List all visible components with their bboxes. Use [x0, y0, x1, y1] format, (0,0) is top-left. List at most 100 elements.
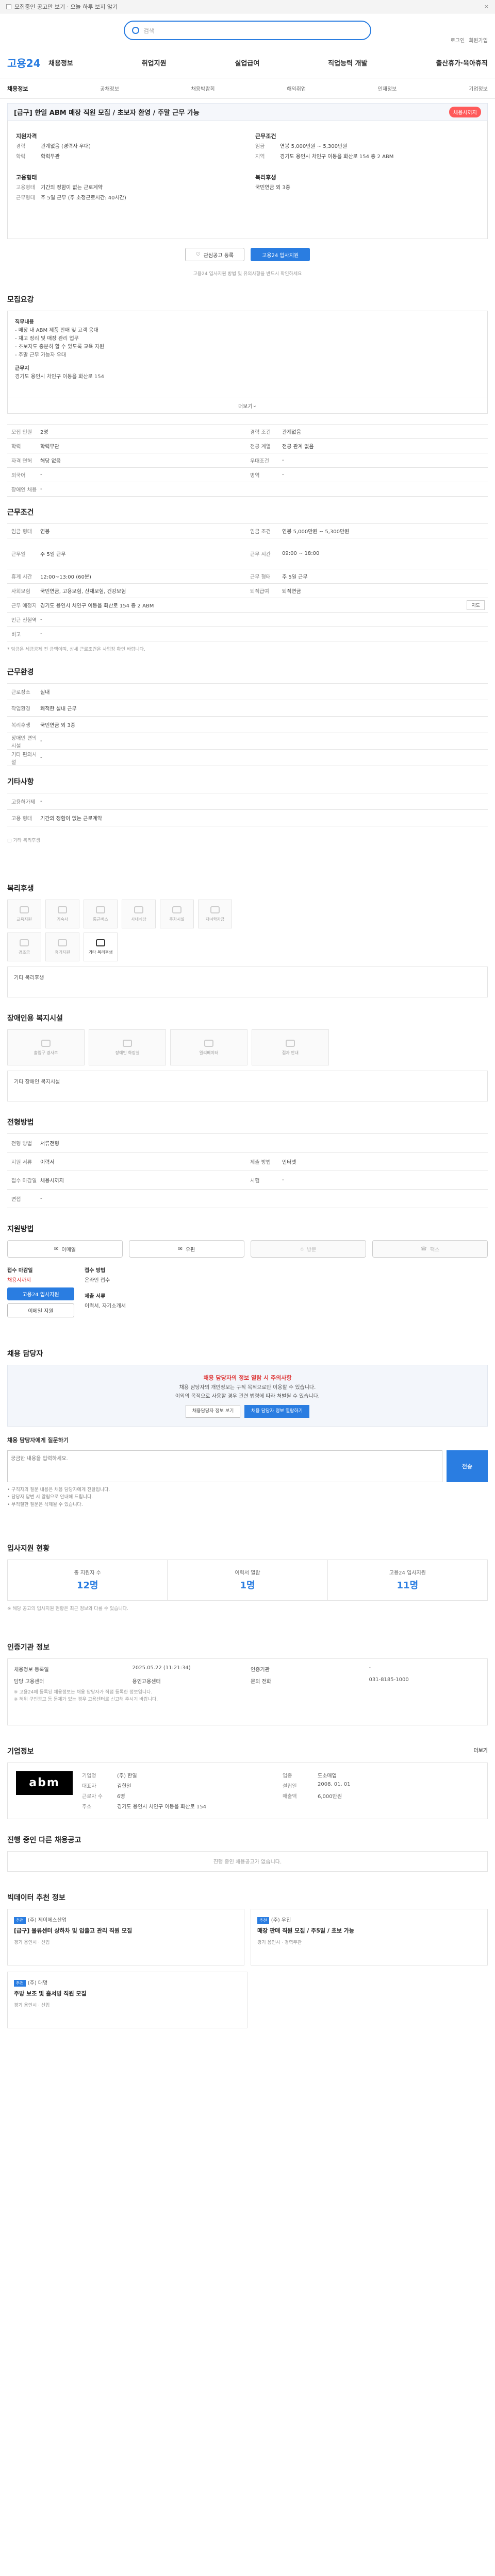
row-key: 사회보험 — [11, 589, 30, 595]
ramp-icon — [41, 1039, 51, 1047]
row-key: 전공 계열 — [250, 444, 271, 450]
row-key: 주소 — [82, 1804, 92, 1810]
info-value: 온라인 접수 — [85, 1278, 110, 1283]
gnb-item-training[interactable]: 직업능력 개발 — [328, 58, 367, 67]
summary-label: 지원자격 — [16, 133, 37, 140]
table-row: 임금 형태 연봉 임금 조건 연봉 5,000만원 ~ 5,300만원 — [7, 524, 488, 538]
job-title-bar: [급구] 한일 ABM 매장 직원 모집 / 초보자 환영 / 주말 근무 가능… — [7, 103, 488, 121]
kv-key: 지역 — [255, 154, 265, 160]
login-link[interactable]: 로그인 — [451, 36, 465, 44]
facility-item: 기타 복리후생 — [84, 933, 118, 961]
row-value: 관계없음 — [282, 430, 301, 435]
row-key: 설립일 — [283, 1783, 297, 1789]
scrap-button[interactable]: ♡ 관심공고 등록 — [185, 248, 245, 261]
facility-item: 교육지원 — [7, 900, 41, 928]
apply-online-button[interactable]: 고용24 입사지원 — [7, 1287, 74, 1300]
map-button[interactable]: 지도 — [467, 600, 485, 610]
company-logo: abm — [16, 1771, 73, 1795]
stat-value: 11명 — [397, 1580, 419, 1591]
apply-email-button[interactable]: ✉ 이메일 — [7, 1240, 123, 1258]
row-key: 매출액 — [283, 1793, 297, 1800]
cert-note: ※ 고용24에 등록된 채용정보는 채용 담당자가 직접 등록한 정보입니다. — [14, 1689, 153, 1695]
facility-label: 사내식당 — [131, 917, 146, 922]
row-key: 외국어 — [11, 473, 26, 479]
row-value: 실내 — [40, 690, 50, 696]
topbar-text: 모집중인 공고만 보기 · 오늘 하루 보지 않기 — [14, 3, 118, 10]
facility-label: 엘리베이터 — [199, 1050, 219, 1055]
row-value: 주 5일 근무 — [282, 574, 308, 580]
search-input[interactable]: 검색 — [143, 26, 155, 35]
qa-note: • 구직자의 질문 내용은 채용 담당자에게 전달됩니다. — [7, 1487, 110, 1493]
facility-item: 점자 안내 — [252, 1029, 329, 1065]
gnb-item-jobs[interactable]: 채용정보 — [48, 58, 73, 67]
row-key: 고용허가제 — [11, 800, 35, 805]
chevron-down-icon: ⌄ — [252, 403, 257, 409]
job-title: [급구] 한일 ABM 매장 직원 모집 / 초보자 환영 / 주말 근무 가능 — [14, 109, 200, 117]
more-link[interactable]: 더보기 — [473, 1746, 488, 1754]
gnb-item-benefit[interactable]: 실업급여 — [235, 58, 259, 67]
recommend-card[interactable]: 추천 (주) 대명 주방 보조 및 홀서빙 직원 모집 경기 용인시 · 신입 — [7, 1971, 248, 2028]
parking-icon — [172, 906, 182, 913]
apply-mail-button[interactable]: 이메일 지원 — [7, 1303, 74, 1317]
table-row: 전형 방법 서류전형 — [7, 1134, 488, 1153]
subnav-item[interactable]: 인재정보 — [378, 84, 397, 92]
row-value: 연봉 5,000만원 ~ 5,300만원 — [282, 529, 350, 535]
subnav-item[interactable]: 공채정보 — [100, 84, 119, 92]
open-manager-button[interactable]: 채용 담당자 정보 열람하기 — [244, 1404, 309, 1418]
apply-post-button[interactable]: ✉ 우편 — [129, 1240, 244, 1258]
subnav-item[interactable]: 채용정보 — [7, 84, 28, 93]
detail-section: 모집요강 직무내용 - 매장 내 ABM 제품 판매 및 고객 응대 - 재고 … — [7, 284, 488, 414]
company-section: 기업정보 더보기 abm 기업명 (주) 한일 업종 도소매업 대표자 김한일 설립일 200… — [7, 1725, 488, 1819]
header-links: 로그인 회원가입 — [451, 36, 488, 44]
card-tag: 추천 — [14, 1917, 26, 1924]
detail-more-button[interactable]: 더보기 ⌄ — [7, 398, 488, 414]
empty-message: 진행 중인 채용공고가 없습니다. — [7, 1851, 488, 1872]
gnb-item-support[interactable]: 취업지원 — [142, 58, 167, 67]
other-jobs-section: 진행 중인 다른 채용공고 진행 중인 채용공고가 없습니다. — [7, 1819, 488, 1872]
section-title: 채용 담당자 — [7, 1350, 43, 1358]
section-title: 진행 중인 다른 채용공고 — [7, 1836, 81, 1844]
card-tag: 추천 — [14, 1979, 26, 1987]
site-logo[interactable]: 고용24 — [7, 55, 48, 70]
detail-heading: 직무내용 — [15, 319, 34, 325]
row-value: - — [369, 1665, 371, 1671]
facility-label: 점자 안내 — [282, 1050, 299, 1055]
facility-label: 자녀학자금 — [205, 917, 225, 922]
row-value: 해당 없음 — [40, 459, 61, 464]
close-icon[interactable]: × — [484, 3, 489, 10]
row-key: 근로장소 — [11, 690, 30, 696]
facility-label: 경조금 — [18, 950, 30, 955]
row-value: 031-8185-1000 — [369, 1676, 409, 1683]
table-row: 복리후생 국민연금 외 3종 — [7, 717, 488, 733]
apply-button[interactable]: 고용24 입사지원 — [251, 248, 310, 261]
gnb-item-leave[interactable]: 출산휴가·육아휴직 — [436, 58, 488, 67]
mail-icon: ✉ — [54, 1246, 59, 1252]
subnav-item[interactable]: 기업정보 — [469, 84, 488, 92]
kv-value: 주 5일 근무 (주 소정근로시간: 40시간) — [41, 195, 126, 201]
row-value: 09:00 ~ 18:00 — [282, 551, 320, 556]
table-row: 외국어 - 병역 - — [7, 468, 488, 482]
signup-link[interactable]: 회원가입 — [469, 36, 488, 44]
search-box[interactable]: 검색 — [124, 21, 371, 40]
view-manager-button[interactable]: 채용담당자 정보 보기 — [186, 1404, 241, 1418]
question-input[interactable] — [7, 1450, 442, 1482]
global-nav: 고용24 채용정보 취업지원 실업급여 직업능력 개발 출산휴가·육아휴직 — [0, 47, 495, 78]
checkbox-icon[interactable] — [6, 4, 11, 9]
table-row: 고용 형태 기간의 정함이 없는 근로계약 — [7, 810, 488, 826]
recommend-card[interactable]: 추천 (주) 제이에스산업 [급구] 물류센터 상하차 및 입출고 관리 직원 모집… — [7, 1908, 244, 1965]
box-label: 기타 복리후생 — [14, 975, 44, 981]
row-value: 용인고용센터 — [132, 1679, 161, 1685]
row-value: 6명 — [117, 1793, 125, 1800]
row-key: 모집 인원 — [11, 430, 32, 435]
question-submit-button[interactable]: 전송 — [447, 1450, 488, 1482]
card-meta: 경기 용인시 · 경력무관 — [257, 1940, 302, 1946]
recommend-card[interactable]: 추천 (주) 우진 매장 판매 직원 모집 / 주5일 / 초보 가능 경기 용인시 … — [251, 1908, 488, 1965]
kv-key: 임금 — [255, 144, 265, 149]
requirement-section: 모집 인원 2명 경력 조건 관계없음 학력 학력무관 전공 계열 전공 관계 없음 자격 … — [7, 414, 488, 497]
box-label: 기타 장애인 복지시설 — [14, 1079, 60, 1085]
subnav-item[interactable]: 해외취업 — [287, 84, 306, 92]
facility-etc-box: 기타 복리후생 — [7, 967, 488, 997]
row-key: 우대조건 — [250, 459, 269, 464]
subnav-item[interactable]: 채용박람회 — [191, 84, 215, 92]
detail-box: 직무내용 - 매장 내 ABM 제품 판매 및 고객 응대 - 재고 정리 및 … — [7, 311, 488, 398]
